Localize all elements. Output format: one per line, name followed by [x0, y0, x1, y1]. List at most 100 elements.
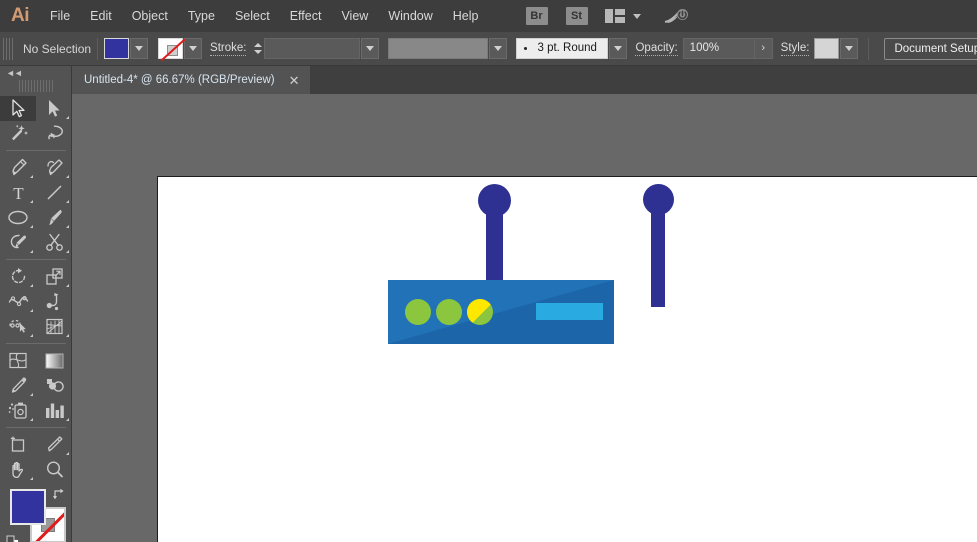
menu-bar: Ai File Edit Object Type Select Effect V… — [0, 0, 977, 32]
flyout-indicator-icon — [30, 200, 33, 203]
rocket-search-icon[interactable] — [663, 6, 689, 26]
flyout-indicator-icon — [66, 200, 69, 203]
menubar-right-group: Br St — [517, 6, 689, 26]
ellipse-tool[interactable] — [0, 205, 36, 230]
scale-tool[interactable] — [36, 264, 72, 289]
close-icon[interactable]: ✕ — [289, 74, 300, 87]
divider — [6, 150, 66, 151]
menu-object[interactable]: Object — [122, 0, 178, 32]
chevron-down-icon — [189, 46, 198, 51]
fill-color-swatch[interactable] — [10, 489, 46, 525]
magic-wand-tool[interactable] — [0, 121, 36, 146]
scissors-tool[interactable] — [36, 230, 72, 255]
slice-tool[interactable] — [36, 432, 72, 457]
canvas-area[interactable] — [72, 94, 977, 542]
brush-preview-icon — [524, 47, 528, 50]
flyout-indicator-icon — [30, 418, 33, 421]
stroke-dropdown-button[interactable] — [184, 38, 203, 59]
menu-effect[interactable]: Effect — [280, 0, 332, 32]
stroke-swatch[interactable] — [158, 38, 184, 59]
fill-swatch[interactable] — [104, 38, 130, 59]
shaper-tool[interactable] — [0, 230, 36, 255]
style-dropdown-button[interactable] — [840, 38, 859, 59]
variable-width-profile-input[interactable] — [388, 38, 489, 59]
flyout-indicator-icon — [30, 225, 33, 228]
artboard-tool[interactable] — [0, 432, 36, 457]
bridge-button[interactable]: Br — [525, 7, 548, 25]
menu-edit[interactable]: Edit — [80, 0, 122, 32]
rotate-tool[interactable] — [0, 264, 36, 289]
zoom-tool[interactable] — [36, 457, 72, 482]
drag-gripper-icon[interactable] — [3, 37, 15, 60]
lasso-tool[interactable] — [36, 121, 72, 146]
free-transform-tool[interactable] — [36, 289, 72, 314]
type-tool[interactable]: T — [0, 180, 36, 205]
mesh-tool[interactable] — [0, 348, 36, 373]
menu-window[interactable]: Window — [378, 0, 442, 32]
fill-dropdown-button[interactable] — [130, 38, 149, 59]
illustrator-logo-icon: Ai — [11, 5, 30, 26]
flyout-indicator-icon — [30, 309, 33, 312]
control-bar: No Selection Stroke: 3 pt. Round Opacity… — [0, 32, 977, 66]
width-tool[interactable] — [0, 289, 36, 314]
brush-dropdown-button[interactable] — [609, 38, 628, 59]
paintbrush-tool[interactable] — [36, 205, 72, 230]
column-graph-tool[interactable] — [36, 398, 72, 423]
direct-selection-tool[interactable] — [36, 96, 72, 121]
chevron-down-icon — [494, 46, 503, 51]
flyout-indicator-icon — [30, 334, 33, 337]
stock-button[interactable]: St — [565, 7, 588, 25]
style-label: Style: — [780, 42, 810, 56]
flyout-indicator-icon — [66, 452, 69, 455]
document-tab-title: Untitled-4* @ 66.67% (RGB/Preview) — [84, 74, 275, 86]
router-indicator-bar — [536, 303, 603, 320]
opacity-label: Opacity: — [635, 42, 678, 56]
opacity-options-button[interactable]: › — [754, 38, 773, 59]
drag-gripper-icon[interactable] — [18, 80, 53, 92]
menu-select[interactable]: Select — [225, 0, 280, 32]
line-segment-tool[interactable] — [36, 180, 72, 205]
flyout-indicator-icon — [30, 393, 33, 396]
symbol-sprayer-tool[interactable] — [0, 398, 36, 423]
menu-type[interactable]: Type — [178, 0, 225, 32]
pen-tool[interactable] — [0, 155, 36, 180]
flyout-indicator-icon — [66, 250, 69, 253]
swap-fill-stroke-icon[interactable] — [52, 487, 66, 501]
artboard[interactable] — [157, 176, 977, 542]
router-led-yellow-3 — [467, 299, 493, 325]
menu-view[interactable]: View — [331, 0, 378, 32]
graphic-style-swatch[interactable] — [814, 38, 840, 59]
curvature-tool[interactable] — [36, 155, 72, 180]
menu-file[interactable]: File — [40, 0, 80, 32]
hand-tool[interactable] — [0, 457, 36, 482]
blend-tool[interactable] — [36, 373, 72, 398]
divider — [6, 343, 66, 344]
eyedropper-tool[interactable] — [0, 373, 36, 398]
menu-help[interactable]: Help — [443, 0, 489, 32]
flyout-indicator-icon — [30, 284, 33, 287]
workspace-switcher-button[interactable] — [604, 9, 641, 23]
flyout-indicator-icon — [66, 225, 69, 228]
opacity-input[interactable]: 100% — [682, 38, 755, 59]
brush-definition-select[interactable]: 3 pt. Round — [516, 38, 609, 59]
document-tab-bar: Untitled-4* @ 66.67% (RGB/Preview) ✕ — [0, 66, 977, 94]
stroke-weight-input[interactable] — [264, 38, 361, 59]
stepper-up-icon — [253, 43, 262, 47]
gradient-tool[interactable] — [36, 348, 72, 373]
flyout-indicator-icon — [66, 418, 69, 421]
default-fill-stroke-icon[interactable] — [6, 535, 20, 542]
chevron-down-icon — [614, 46, 623, 51]
perspective-grid-tool[interactable] — [36, 314, 72, 339]
document-tab[interactable]: Untitled-4* @ 66.67% (RGB/Preview) ✕ — [72, 66, 310, 94]
stroke-weight-stepper[interactable] — [251, 38, 265, 59]
stroke-weight-dropdown-button[interactable] — [361, 38, 380, 59]
router-led-green-2 — [436, 299, 462, 325]
flyout-indicator-icon — [30, 175, 33, 178]
variable-width-dropdown-button[interactable] — [489, 38, 508, 59]
selection-tool[interactable] — [0, 96, 36, 121]
shape-builder-tool[interactable] — [0, 314, 36, 339]
collapse-panel-icon[interactable]: ◄◄ — [0, 66, 71, 80]
router-led-yellow-overlay — [467, 299, 493, 325]
document-setup-button[interactable]: Document Setup — [884, 37, 977, 60]
router-body — [388, 280, 614, 344]
